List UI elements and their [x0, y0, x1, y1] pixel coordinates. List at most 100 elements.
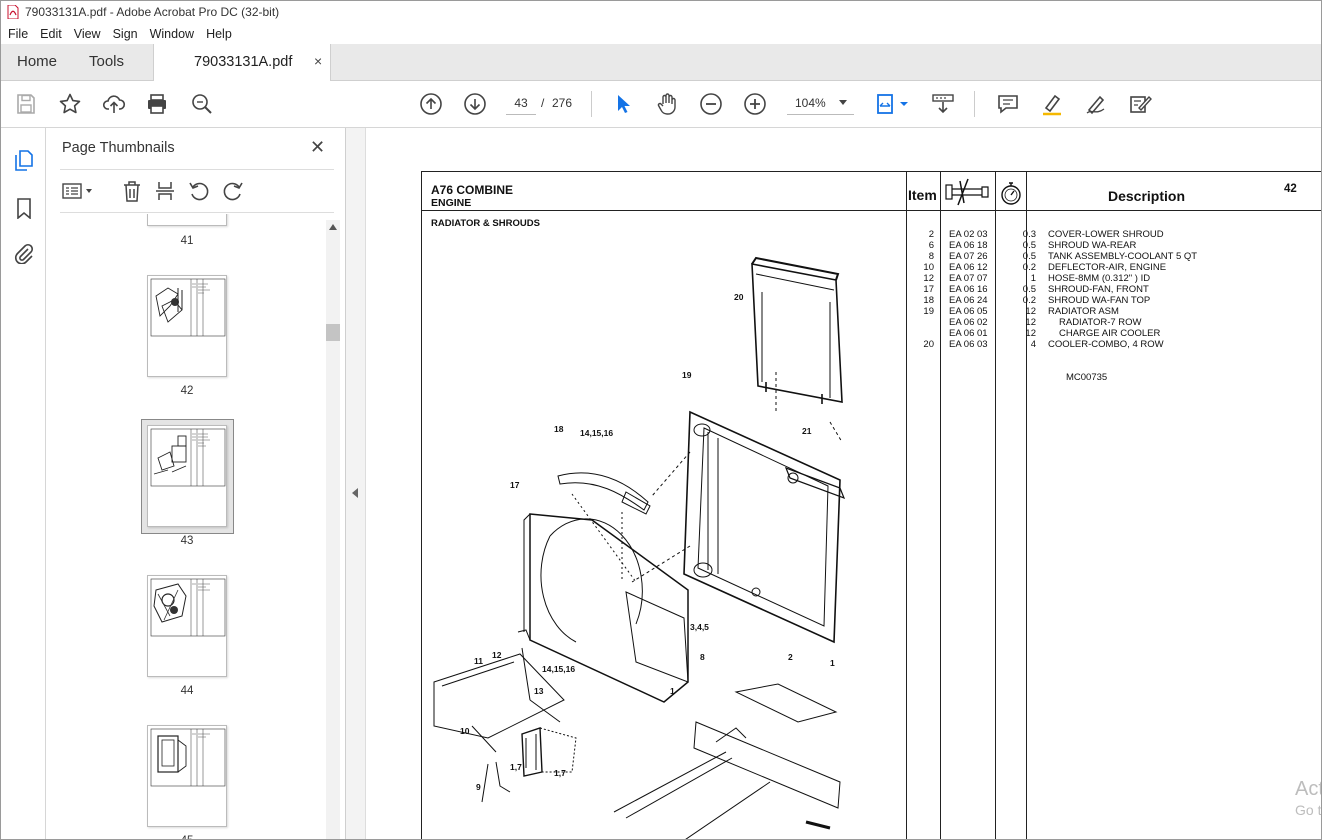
close-panel-icon[interactable]: ✕ [310, 137, 325, 158]
callout-label: 3,4,5 [690, 622, 709, 632]
hand-icon[interactable] [655, 92, 679, 116]
description-column-header: Description [1108, 188, 1186, 204]
print-icon[interactable] [145, 92, 169, 116]
callout-label: 1,7 [554, 768, 566, 778]
thumbnail-page-number: 44 [180, 685, 194, 697]
panel-divider [60, 169, 334, 170]
callout-label: 2 [788, 652, 793, 662]
zoom-out-icon[interactable] [699, 92, 723, 116]
find-icon[interactable] [190, 92, 214, 116]
callout-label: 11 [474, 656, 483, 666]
page-thumbnail[interactable] [147, 214, 227, 226]
part-time: 12 [1025, 317, 1036, 328]
part-item: 6 [928, 240, 934, 251]
tab-strip: Home Tools 79033131A.pdf × [1, 44, 1321, 81]
collapse-left-icon[interactable] [352, 488, 358, 498]
menu-view[interactable]: View [68, 27, 107, 41]
callout-label: 20 [734, 292, 744, 302]
zoom-select[interactable]: 104% [787, 91, 854, 115]
page-thumbnail[interactable] [147, 275, 227, 377]
rotate-clockwise-icon[interactable] [222, 180, 244, 202]
zoom-in-icon[interactable] [743, 92, 767, 116]
document-subtitle: ENGINE [431, 197, 472, 209]
panel-collapse-strip[interactable] [346, 128, 366, 839]
prev-page-icon[interactable] [419, 92, 443, 116]
total-pages: 276 [552, 96, 573, 110]
thumbnail-page-number: 42 [180, 385, 194, 397]
thumbnail-scrollbar[interactable] [326, 220, 340, 839]
menu-window[interactable]: Window [144, 27, 200, 41]
edit-text-icon[interactable] [1128, 92, 1152, 116]
part-item: 17 [923, 284, 934, 295]
part-code: EA 07 26 [949, 251, 988, 262]
part-time: 0.2 [1022, 262, 1036, 273]
menu-file[interactable]: File [1, 27, 34, 41]
part-description: RADIATOR ASM [1048, 306, 1119, 317]
thumbnail-page-number: 41 [180, 235, 194, 247]
part-description: SHROUD WA-FAN TOP [1048, 295, 1151, 306]
part-code-header-icon [945, 178, 989, 206]
acrobat-app-icon [7, 5, 19, 19]
part-item: 19 [923, 306, 934, 317]
bookmark-star-icon[interactable] [58, 92, 82, 116]
extract-page-icon[interactable] [154, 180, 176, 202]
page-thumbnails-icon[interactable] [13, 149, 35, 171]
page-fit-icon[interactable] [875, 92, 911, 116]
title-bar: 79033131A.pdf - Adobe Acrobat Pro DC (32… [1, 1, 1321, 23]
tab-home[interactable]: Home [17, 53, 57, 70]
part-time: 12 [1025, 306, 1036, 317]
tab-document[interactable]: 79033131A.pdf × [153, 44, 331, 81]
callout-label: 1 [830, 658, 835, 668]
save-icon[interactable] [14, 92, 38, 116]
window-title: 79033131A.pdf - Adobe Acrobat Pro DC (32… [25, 5, 280, 19]
callout-label: 17 [510, 480, 520, 490]
part-item: 10 [923, 262, 934, 273]
next-page-icon[interactable] [463, 92, 487, 116]
delete-page-icon[interactable] [121, 180, 143, 202]
tab-tools[interactable]: Tools [89, 53, 124, 70]
callout-label: 10 [460, 726, 470, 736]
page-thumbnail[interactable] [147, 725, 227, 827]
page-thumbnails-panel: Page Thumbnails ✕ 41 42 43 44 [46, 128, 346, 839]
callout-label: 14,15,16 [542, 664, 576, 674]
thumbnail-options-icon[interactable] [61, 180, 95, 202]
part-item: 8 [928, 251, 934, 262]
highlight-icon[interactable] [1040, 92, 1064, 116]
part-code: EA 07 07 [949, 273, 988, 284]
current-page-field[interactable] [506, 91, 536, 115]
part-description: DEFLECTOR-AIR, ENGINE [1048, 262, 1167, 273]
part-time: 4 [1030, 339, 1036, 350]
activation-watermark: Act [1295, 778, 1322, 800]
diagram-callouts: 20 19 21 18 14,15,16 17 3,4,5 8 2 1 12 1… [426, 252, 906, 839]
page-thumbnail[interactable] [147, 575, 227, 677]
column-rule [906, 172, 907, 839]
part-code: EA 02 03 [949, 229, 988, 240]
part-description: SHROUD WA-REAR [1048, 240, 1137, 251]
bookmarks-icon[interactable] [13, 197, 35, 219]
scrollbar-thumb[interactable] [326, 324, 340, 341]
menu-sign[interactable]: Sign [107, 27, 144, 41]
select-cursor-icon[interactable] [611, 92, 635, 116]
scroll-mode-icon[interactable] [931, 92, 955, 116]
thumbnail-list[interactable]: 41 42 43 44 [46, 214, 326, 839]
close-tab-icon[interactable]: × [314, 53, 322, 69]
menu-edit[interactable]: Edit [34, 27, 68, 41]
document-view[interactable]: A76 COMBINE ENGINE Item Description 42 R… [367, 128, 1322, 839]
part-description: COVER-LOWER SHROUD [1048, 229, 1164, 240]
draw-icon[interactable] [1084, 92, 1108, 116]
menu-bar: File Edit View Sign Window Help [1, 23, 1321, 44]
callout-label: 9 [476, 782, 481, 792]
menu-help[interactable]: Help [200, 27, 238, 41]
page-thumbnail-selected[interactable] [147, 425, 227, 527]
rotate-counterclockwise-icon[interactable] [188, 180, 210, 202]
scroll-up-arrow-icon[interactable] [329, 224, 337, 230]
comment-icon[interactable] [996, 92, 1020, 116]
pdf-page: A76 COMBINE ENGINE Item Description 42 R… [421, 171, 1321, 839]
attachments-icon[interactable] [13, 242, 35, 264]
upload-icon[interactable] [102, 92, 126, 116]
callout-label: 8 [700, 652, 705, 662]
stopwatch-icon [1001, 182, 1021, 205]
part-description: HOSE-8MM (0.312" ) ID [1048, 273, 1151, 284]
part-item: 18 [923, 295, 934, 306]
part-item: 12 [923, 273, 934, 284]
